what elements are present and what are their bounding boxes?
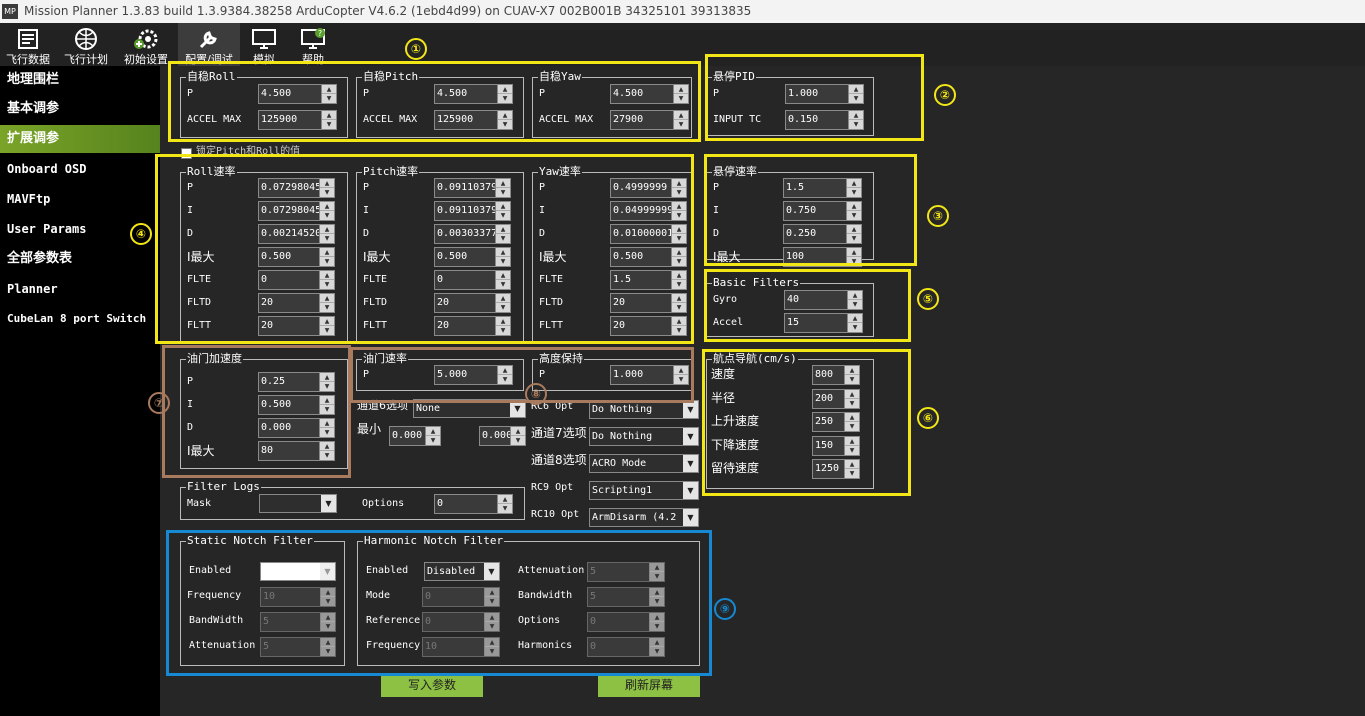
marker-2: ② [934, 84, 956, 106]
ch8-option-select[interactable]: ACRO Mode ▼ [589, 454, 699, 473]
marker-4: ④ [130, 223, 152, 245]
spin-up-icon[interactable]: ▲ [426, 427, 440, 436]
value: 0 [437, 498, 444, 509]
main-toolbar: 飞行数据 飞行计划 初始设置 配置/调试 模拟 ? 帮助 [0, 23, 1365, 66]
value: 0.000 [482, 430, 513, 441]
window-title: Mission Planner 1.3.83 build 1.3.9384.38… [24, 4, 752, 18]
sidebar-item-geofence[interactable]: 地理围栏 [0, 66, 160, 94]
sidebar-item-extended-tuning[interactable]: 扩展调参 [0, 125, 160, 153]
refresh-screen-button[interactable]: 刷新屏幕 [598, 673, 700, 697]
ch7-option-label: 通道7选项 [531, 426, 587, 440]
rc9-opt-select[interactable]: Scripting1 ▼ [589, 481, 699, 500]
marker-3: ③ [927, 205, 949, 227]
value: Do Nothing [592, 404, 653, 415]
config-tuning-icon [199, 31, 217, 49]
highlight-box-2 [705, 54, 924, 141]
flight-plan-icon [75, 28, 97, 50]
toolbar-label: 初始设置 [124, 53, 168, 66]
highlight-box-7 [162, 345, 351, 478]
spin-down-icon[interactable]: ▼ [498, 504, 512, 513]
rc9-opt-label: RC9 Opt [531, 482, 574, 493]
marker-1: ① [405, 38, 427, 60]
sidebar-item-basic-tuning[interactable]: 基本调参 [0, 95, 160, 123]
sidebar-item-cubelan-switch[interactable]: CubeLan 8 port Switch [0, 305, 160, 333]
marker-6: ⑥ [917, 407, 939, 429]
value: Do Nothing [592, 431, 653, 442]
help-icon: ? [301, 28, 325, 49]
spin-down-icon[interactable]: ▼ [511, 436, 525, 445]
ch6-min-input[interactable]: 0.000 ▲ ▼ [389, 426, 441, 446]
ch6-max-input[interactable]: 0.000 ▲ ▼ [479, 426, 526, 446]
chevron-down-icon: ▼ [321, 495, 336, 512]
toolbar-flight-data[interactable]: 飞行数据 [2, 23, 54, 66]
ch8-option-label: 通道8选项 [531, 453, 587, 467]
toolbar-initial-setup[interactable]: 初始设置 [118, 23, 174, 66]
filter-logs-options-input[interactable]: 0 ▲ ▼ [434, 494, 513, 514]
toolbar-help[interactable]: ? 帮助 [290, 23, 336, 66]
toolbar-simulation[interactable]: 模拟 [242, 23, 286, 66]
group-title: Filter Logs [186, 480, 261, 494]
ch7-option-select[interactable]: Do Nothing ▼ [589, 427, 699, 446]
rc10-opt-select[interactable]: ArmDisarm (4.2 ▼ [589, 508, 699, 527]
value: ArmDisarm (4.2 [592, 512, 677, 523]
rc10-opt-label: RC10 Opt [531, 509, 580, 520]
toolbar-config-tuning[interactable]: 配置/调试 [178, 23, 240, 66]
write-params-button[interactable]: 写入参数 [381, 673, 483, 697]
highlight-box-6 [702, 349, 911, 496]
svg-text:?: ? [318, 29, 322, 38]
chevron-down-icon: ▼ [683, 401, 698, 418]
spin-up-icon[interactable]: ▲ [498, 495, 512, 504]
chevron-down-icon: ▼ [683, 509, 698, 526]
filter-logs-group: Filter Logs Mask ▼ Options 0 ▲ ▼ [180, 480, 525, 520]
highlight-box-8 [350, 347, 694, 403]
title-bar: MP Mission Planner 1.3.83 build 1.3.9384… [0, 0, 1365, 23]
flight-data-icon [18, 29, 38, 49]
chevron-down-icon: ▼ [683, 428, 698, 445]
mask-select[interactable]: ▼ [259, 494, 337, 513]
marker-5: ⑤ [917, 288, 939, 310]
ch6-min-label: 最小 [357, 422, 382, 436]
sidebar-item-full-parameter-list[interactable]: 全部参数表 [0, 245, 160, 273]
toolbar-label: 飞行数据 [6, 53, 50, 66]
highlight-box-4 [155, 154, 694, 344]
value: Scripting1 [592, 485, 653, 496]
toolbar-flight-plan[interactable]: 飞行计划 [58, 23, 114, 66]
value: 0.000 [392, 430, 423, 441]
marker-7: ⑦ [148, 392, 170, 414]
sidebar-item-onboard-osd[interactable]: Onboard OSD [0, 155, 160, 183]
highlight-box-1 [168, 61, 701, 142]
sidebar-item-mavftp[interactable]: MAVFtp [0, 185, 160, 213]
highlight-box-9 [166, 530, 712, 676]
toolbar-label: 飞行计划 [64, 53, 108, 66]
highlight-box-5 [704, 269, 911, 342]
simulation-icon [252, 29, 276, 49]
sidebar-item-planner[interactable]: Planner [0, 275, 160, 303]
marker-8: ⑧ [525, 383, 547, 405]
chevron-down-icon: ▼ [683, 455, 698, 472]
options-label: Options [362, 498, 405, 509]
marker-9: ⑨ [714, 598, 736, 620]
spin-up-icon[interactable]: ▲ [511, 427, 525, 436]
initial-setup-icon [134, 29, 158, 49]
app-logo: MP [2, 4, 18, 19]
extended-tuning-panel: 自稳Roll P 4.500 ▲ ▼ ACCEL MAX 125900 ▲ ▼ 自稳Pi… [130, 38, 1365, 716]
value: ACRO Mode [592, 458, 647, 469]
chevron-down-icon: ▼ [683, 482, 698, 499]
sidebar: 地理围栏 基本调参 扩展调参 Onboard OSD MAVFtp User P… [0, 66, 160, 716]
mask-label: Mask [187, 498, 212, 509]
highlight-box-3 [704, 154, 917, 266]
spin-down-icon[interactable]: ▼ [426, 436, 440, 445]
